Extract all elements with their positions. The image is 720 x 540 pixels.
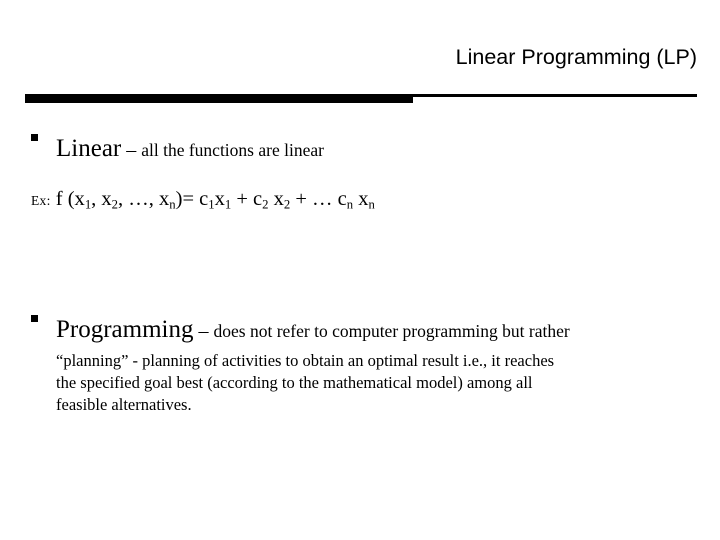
title-divider [0,88,720,104]
bullet-item-linear: Linear – all the functions are linear [0,134,720,164]
paragraph-line: the specified goal best (according to th… [56,372,533,392]
formula-equals: )= c [175,187,209,210]
divider-thin-rule [413,94,697,97]
example-formula: f (x1, x2, …, xn)= c1x1 + c2 x2 + … cn x… [55,187,375,211]
formula-ellipsis: , …, x [118,187,170,210]
bullet-dash-linear: – [121,139,142,161]
formula-comma-1: , x [91,187,112,210]
slide: Linear Programming (LP) Linear – all the… [0,0,720,540]
bullet-tail-linear: all the functions are linear [141,140,324,160]
programming-description: “planning” - planning of activities to o… [56,350,674,416]
square-bullet-icon [31,134,38,141]
square-bullet-icon [31,315,38,323]
bullet-dash-programming: – [193,320,214,343]
example-formula-line: Ex: f (x1, x2, …, xn)= c1x1 + c2 x2 + … … [0,188,720,212]
bullet-lead-linear: Linear [56,135,122,162]
bullet-text-programming: Programming – does not refer to computer… [56,315,720,345]
formula-x1: x [214,187,225,210]
example-label: Ex: [31,192,51,208]
divider-thick-bar [25,94,413,103]
bullet-lead-programming: Programming [56,316,194,344]
slide-body: Linear – all the functions are linear Ex… [0,104,720,416]
formula-sub-xn: n [368,196,375,211]
formula-x2: x [268,187,284,210]
paragraph-line: “planning” - planning of activities to o… [56,350,555,370]
formula-fn-open: f (x [55,187,85,210]
formula-xn: x [353,187,369,210]
paragraph-line: feasible alternatives. [56,394,192,414]
bullet-item-programming: Programming – does not refer to computer… [0,315,720,345]
bullet-tail-programming: does not refer to computer programming b… [213,321,570,342]
page-title: Linear Programming (LP) [455,45,697,69]
formula-plus-2: + … c [290,187,347,210]
bullet-text-linear: Linear – all the functions are linear [56,134,720,164]
formula-plus-1: + c [231,187,263,210]
